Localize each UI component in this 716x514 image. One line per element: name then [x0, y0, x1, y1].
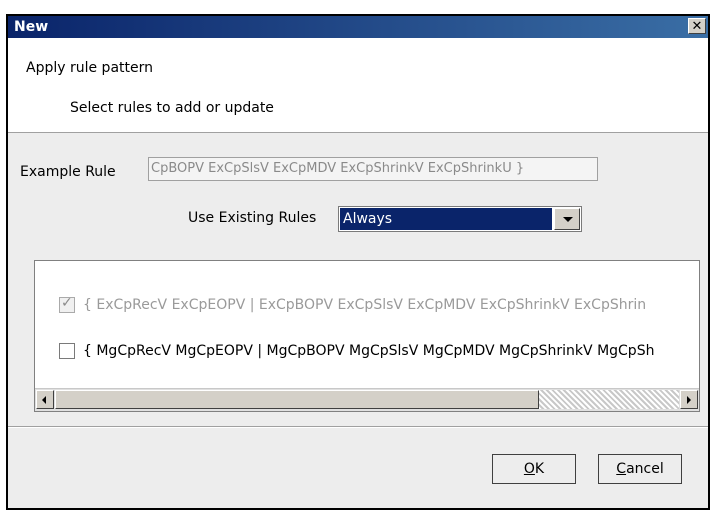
header-subtitle: Select rules to add or update: [70, 100, 274, 116]
cancel-button[interactable]: Cancel: [598, 454, 682, 484]
divider: [8, 426, 708, 428]
example-rule-field: CpBOPV ExCpSlsV ExCpMDV ExCpShrinkV ExCp…: [148, 157, 598, 181]
rule-checkbox[interactable]: [59, 343, 75, 359]
rule-checkbox: [59, 295, 75, 313]
new-dialog: New ✕ Apply rule pattern Select rules to…: [6, 14, 710, 510]
close-icon: ✕: [691, 19, 703, 34]
scroll-track[interactable]: [539, 390, 679, 409]
header-title: Apply rule pattern: [26, 60, 153, 76]
example-rule-label: Example Rule: [20, 164, 116, 180]
rule-text: { MgCpRecV MgCpEOPV | MgCpBOPV MgCpSlsV …: [83, 343, 655, 359]
cancel-accel: C: [616, 461, 627, 477]
rules-list[interactable]: { ExCpRecV ExCpEOPV | ExCpBOPV ExCpSlsV …: [34, 260, 700, 412]
scroll-thumb[interactable]: [55, 390, 539, 409]
scroll-right-icon[interactable]: [680, 390, 698, 409]
chevron-down-icon[interactable]: [554, 208, 580, 230]
ok-button[interactable]: OK: [492, 454, 576, 484]
use-existing-rules-select[interactable]: Always: [338, 206, 582, 232]
window-title: New: [14, 19, 49, 35]
use-existing-rules-value: Always: [340, 208, 552, 230]
cancel-label: ancel: [626, 461, 664, 477]
rule-text: { ExCpRecV ExCpEOPV | ExCpBOPV ExCpSlsV …: [83, 297, 647, 313]
dialog-header: Apply rule pattern Select rules to add o…: [8, 38, 708, 133]
title-bar[interactable]: New ✕: [8, 16, 708, 38]
list-item[interactable]: { MgCpRecV MgCpEOPV | MgCpBOPV MgCpSlsV …: [35, 341, 699, 363]
use-existing-rules-label: Use Existing Rules: [188, 210, 317, 226]
scroll-left-icon[interactable]: [36, 390, 54, 409]
ok-label: K: [534, 461, 545, 477]
ok-accel: O: [523, 461, 535, 477]
horizontal-scrollbar[interactable]: [35, 388, 699, 411]
list-item: { ExCpRecV ExCpEOPV | ExCpBOPV ExCpSlsV …: [35, 295, 699, 317]
close-button[interactable]: ✕: [688, 18, 706, 34]
